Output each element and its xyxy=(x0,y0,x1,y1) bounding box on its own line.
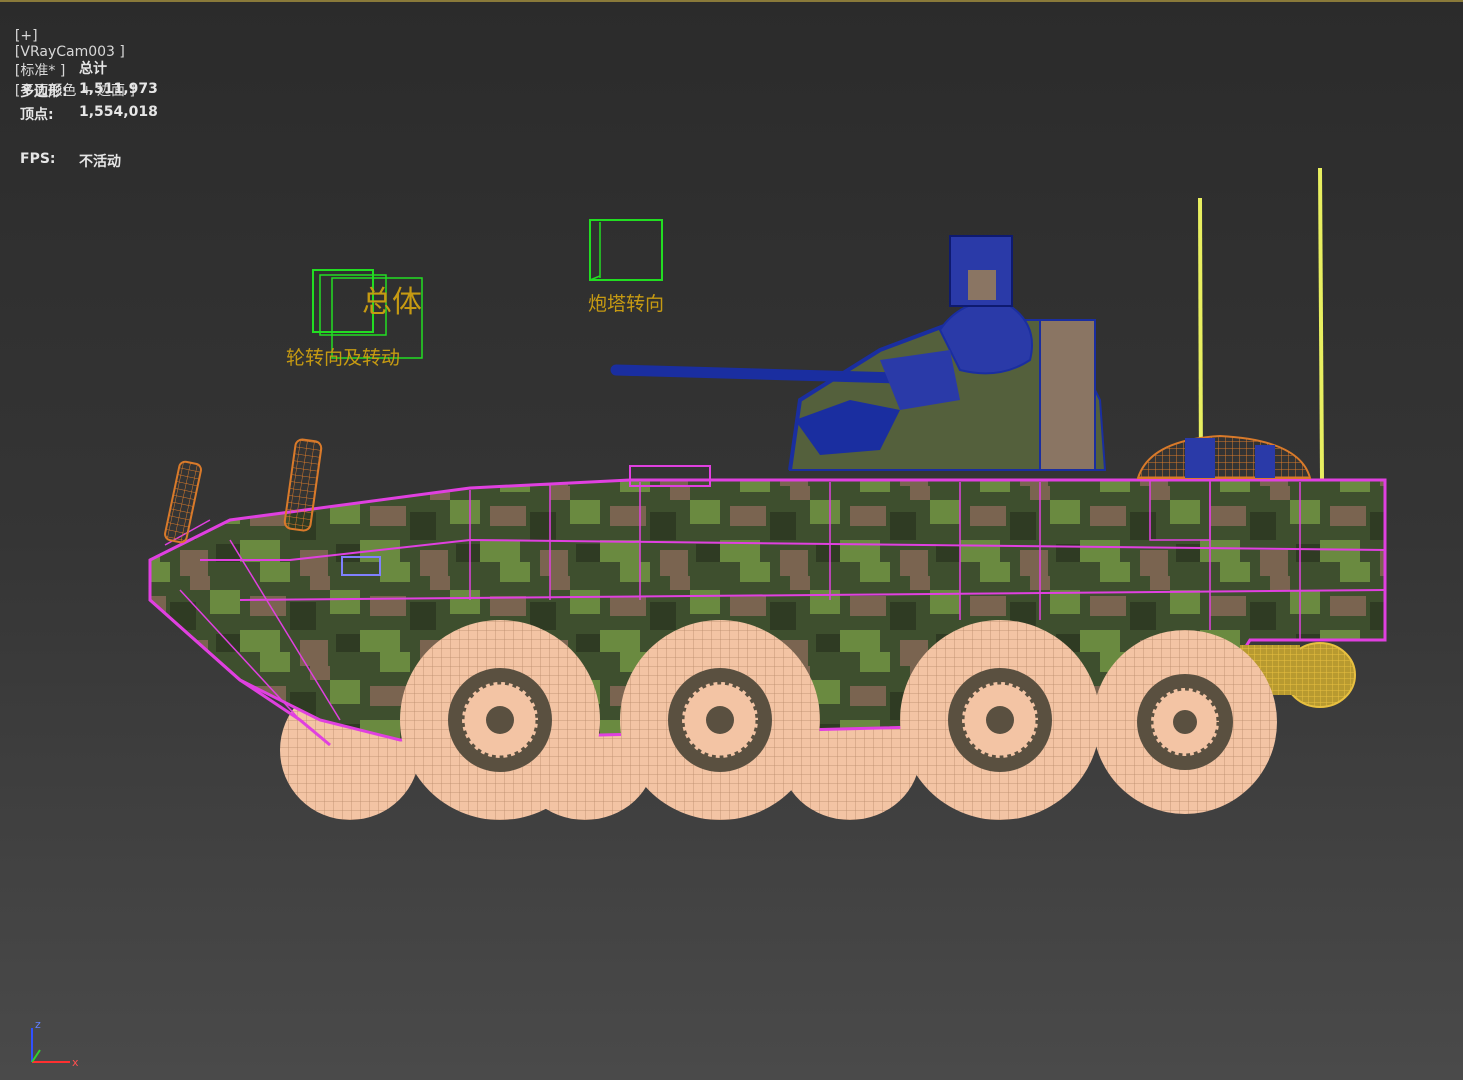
helper-turret-label: 炮塔转向 xyxy=(588,293,664,315)
antenna-front[interactable] xyxy=(1198,197,1203,479)
wheel-1[interactable] xyxy=(400,620,600,820)
viewport-scene[interactable]: 总体 轮转向及转动 炮塔转向 z x xyxy=(0,0,1463,1080)
wheel-3[interactable] xyxy=(900,620,1100,820)
turret-rotation-helper[interactable] xyxy=(589,219,663,281)
wheel-4[interactable] xyxy=(1093,630,1277,814)
turret[interactable] xyxy=(610,235,1107,471)
axis-gizmo: z x xyxy=(31,1018,79,1069)
helper-wheels-label: 轮转向及转动 xyxy=(286,347,400,369)
axis-x-label: x xyxy=(72,1056,79,1069)
wheel-2[interactable] xyxy=(620,620,820,820)
antenna-rear[interactable] xyxy=(1318,167,1324,481)
rear-stowage-bag[interactable] xyxy=(1136,434,1312,479)
axis-z-label: z xyxy=(35,1018,41,1031)
front-mirror-left[interactable] xyxy=(164,460,202,544)
helper-body-label: 总体 xyxy=(362,285,422,320)
